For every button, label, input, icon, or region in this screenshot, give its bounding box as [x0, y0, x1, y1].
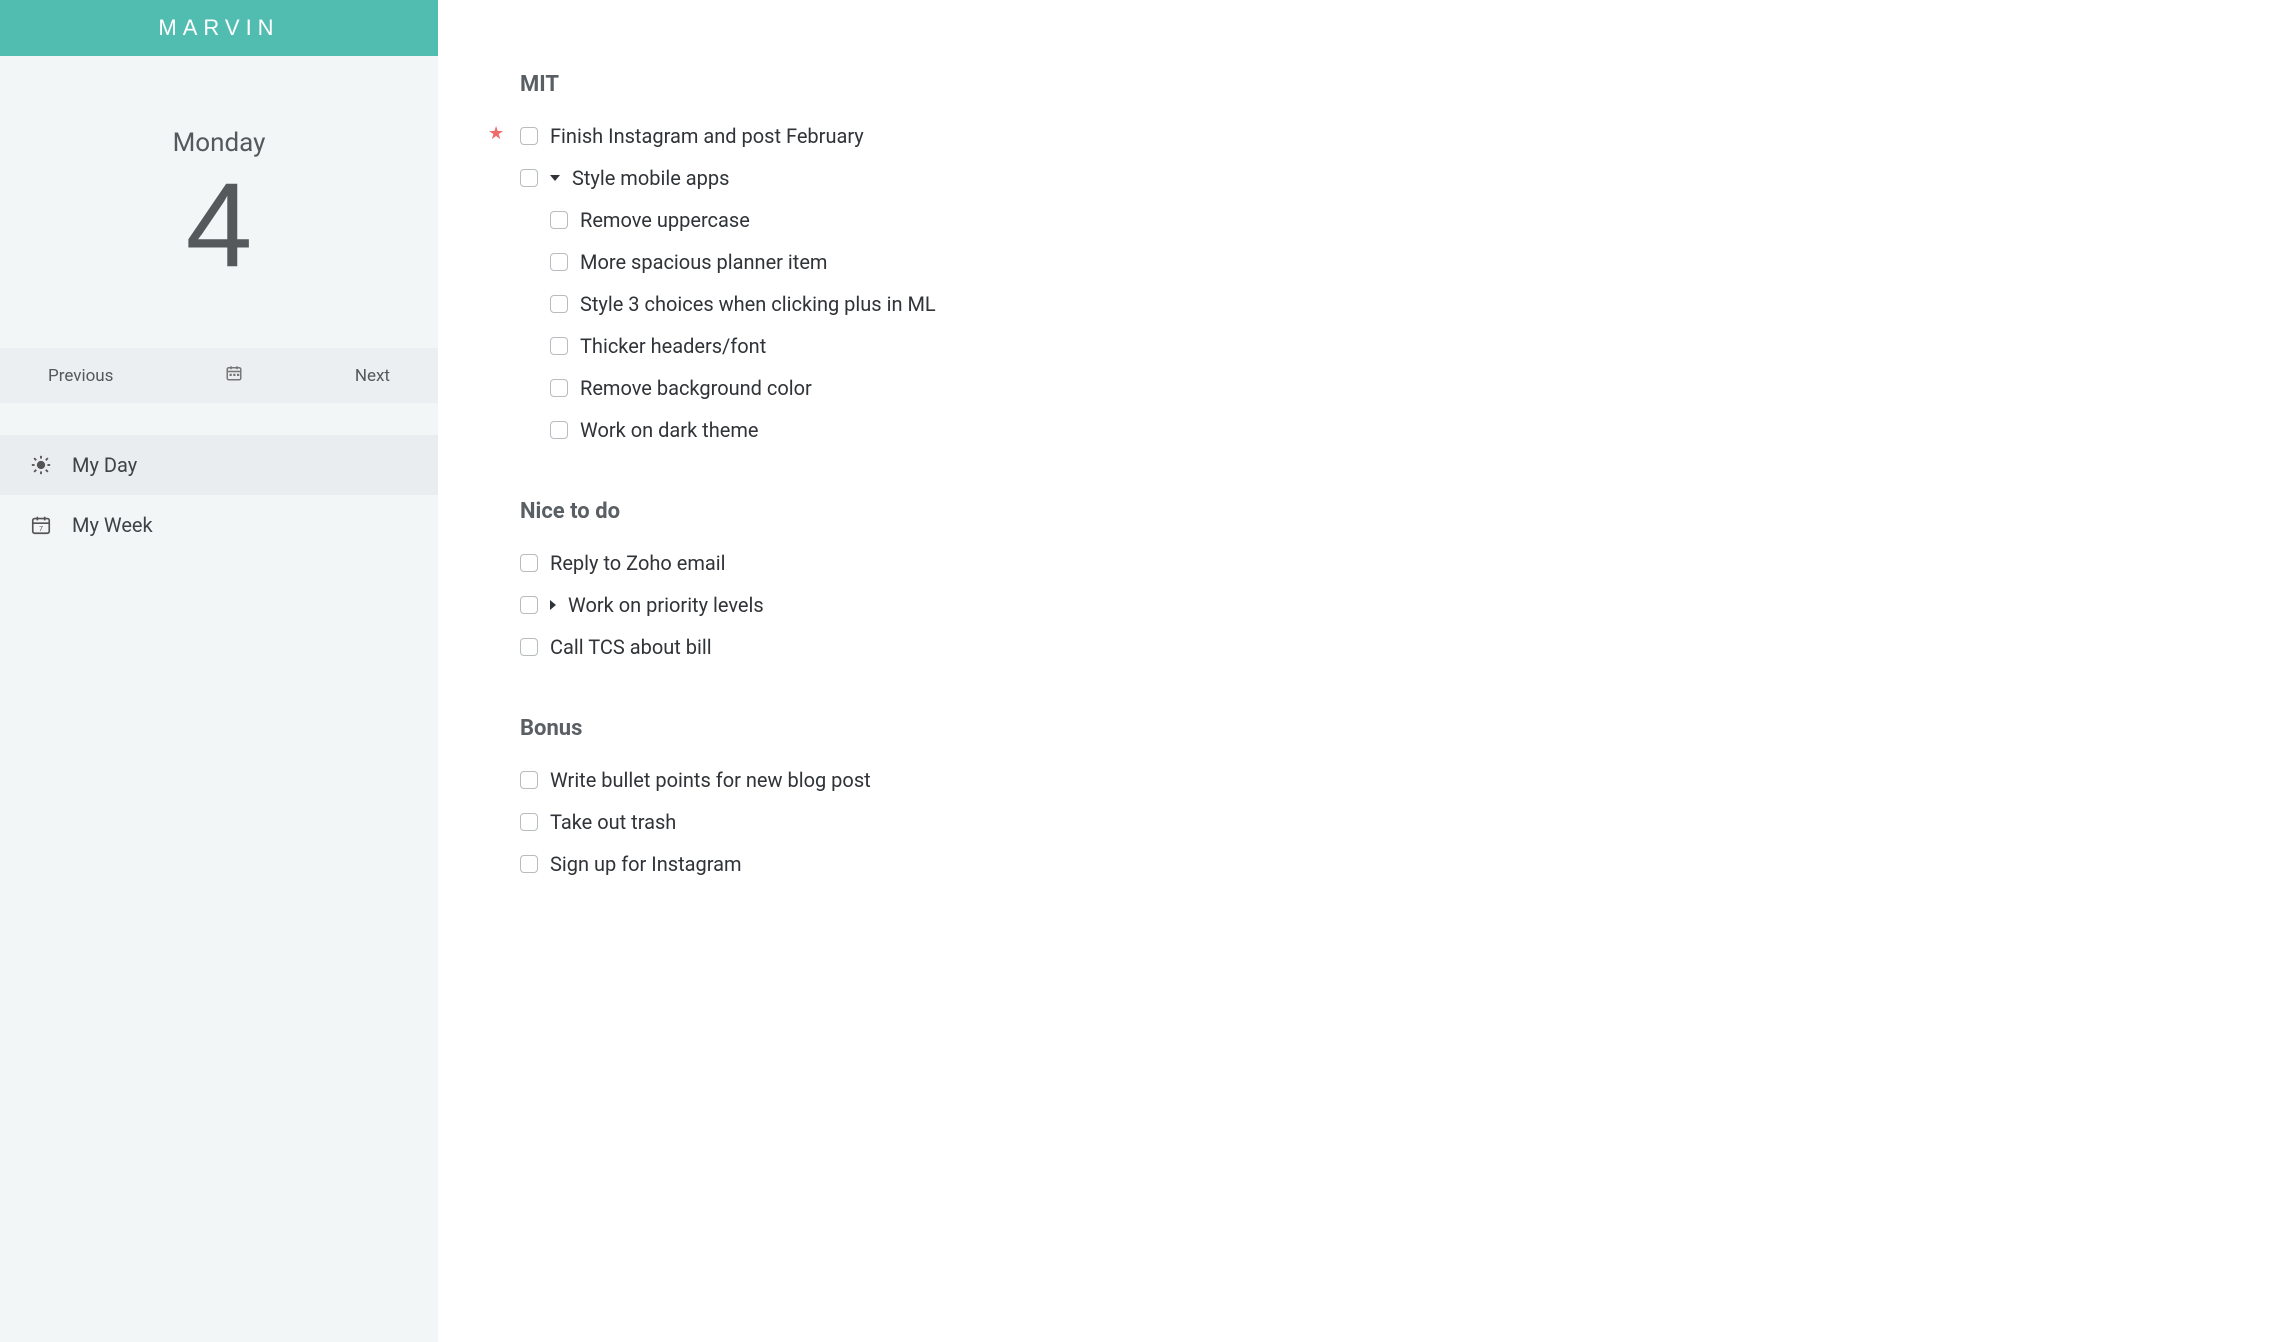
task-label: Remove uppercase: [580, 205, 750, 235]
task-label: Style 3 choices when clicking plus in ML: [580, 289, 936, 319]
task-label: More spacious planner item: [580, 247, 827, 277]
calendar-icon[interactable]: [225, 364, 243, 387]
subtask-row[interactable]: Thicker headers/font: [520, 325, 2254, 367]
sidebar-item-my-week[interactable]: 7 My Week: [0, 495, 438, 555]
checkbox[interactable]: [550, 379, 568, 397]
subtask-row[interactable]: Remove background color: [520, 367, 2254, 409]
task-label: Work on priority levels: [568, 590, 764, 620]
main-content: MIT ★ Finish Instagram and post February…: [438, 0, 2294, 1342]
checkbox[interactable]: [520, 554, 538, 572]
sidebar-item-label: My Week: [72, 513, 153, 537]
task-row[interactable]: ★ Finish Instagram and post February: [520, 115, 2254, 157]
star-icon[interactable]: ★: [488, 123, 504, 144]
task-row[interactable]: Write bullet points for new blog post: [520, 759, 2254, 801]
calendar-week-icon: 7: [28, 514, 54, 536]
checkbox[interactable]: [550, 337, 568, 355]
task-row[interactable]: Call TCS about bill: [520, 626, 2254, 668]
brand-name: MARVIN: [158, 15, 279, 41]
subtask-row[interactable]: Style 3 choices when clicking plus in ML: [520, 283, 2254, 325]
day-number: 4: [0, 162, 438, 288]
task-row[interactable]: Style mobile apps: [520, 157, 2254, 199]
checkbox[interactable]: [520, 169, 538, 187]
task-row[interactable]: Sign up for Instagram: [520, 843, 2254, 885]
date-nav: Previous Next: [0, 348, 438, 403]
checkbox[interactable]: [520, 638, 538, 656]
task-label: Sign up for Instagram: [550, 849, 742, 879]
checkbox[interactable]: [520, 855, 538, 873]
brand-bar: MARVIN: [0, 0, 438, 56]
task-label: Style mobile apps: [572, 163, 729, 193]
task-label: Reply to Zoho email: [550, 548, 725, 578]
task-label: Finish Instagram and post February: [550, 121, 864, 151]
task-label: Take out trash: [550, 807, 676, 837]
date-block: Monday 4: [0, 56, 438, 348]
sidebar: MARVIN Monday 4 Previous Next My Day 7 M…: [0, 0, 438, 1342]
caret-right-icon[interactable]: [550, 600, 556, 610]
task-row[interactable]: Take out trash: [520, 801, 2254, 843]
section-title: Bonus: [520, 716, 2254, 741]
task-row[interactable]: Reply to Zoho email: [520, 542, 2254, 584]
section-title: MIT: [520, 72, 2254, 97]
task-label: Write bullet points for new blog post: [550, 765, 871, 795]
section-title: Nice to do: [520, 499, 2254, 524]
next-button[interactable]: Next: [355, 366, 390, 386]
sun-icon: [28, 454, 54, 476]
task-label: Work on dark theme: [580, 415, 758, 445]
checkbox[interactable]: [520, 771, 538, 789]
spacer: [0, 403, 438, 435]
checkbox[interactable]: [520, 596, 538, 614]
subtask-row[interactable]: Work on dark theme: [520, 409, 2254, 451]
sidebar-item-label: My Day: [72, 453, 137, 477]
day-of-week: Monday: [0, 128, 438, 158]
task-label: Call TCS about bill: [550, 632, 712, 662]
section-mit: MIT ★ Finish Instagram and post February…: [520, 72, 2254, 451]
caret-down-icon[interactable]: [550, 175, 560, 181]
task-row[interactable]: Work on priority levels: [520, 584, 2254, 626]
checkbox[interactable]: [550, 211, 568, 229]
checkbox[interactable]: [550, 253, 568, 271]
checkbox[interactable]: [520, 813, 538, 831]
section-nice: Nice to do Reply to Zoho email Work on p…: [520, 499, 2254, 668]
task-label: Thicker headers/font: [580, 331, 766, 361]
task-label: Remove background color: [580, 373, 812, 403]
sidebar-item-my-day[interactable]: My Day: [0, 435, 438, 495]
previous-button[interactable]: Previous: [48, 366, 113, 386]
svg-text:7: 7: [39, 524, 43, 533]
checkbox[interactable]: [550, 421, 568, 439]
checkbox[interactable]: [520, 127, 538, 145]
section-bonus: Bonus Write bullet points for new blog p…: [520, 716, 2254, 885]
subtask-row[interactable]: Remove uppercase: [520, 199, 2254, 241]
checkbox[interactable]: [550, 295, 568, 313]
subtask-row[interactable]: More spacious planner item: [520, 241, 2254, 283]
